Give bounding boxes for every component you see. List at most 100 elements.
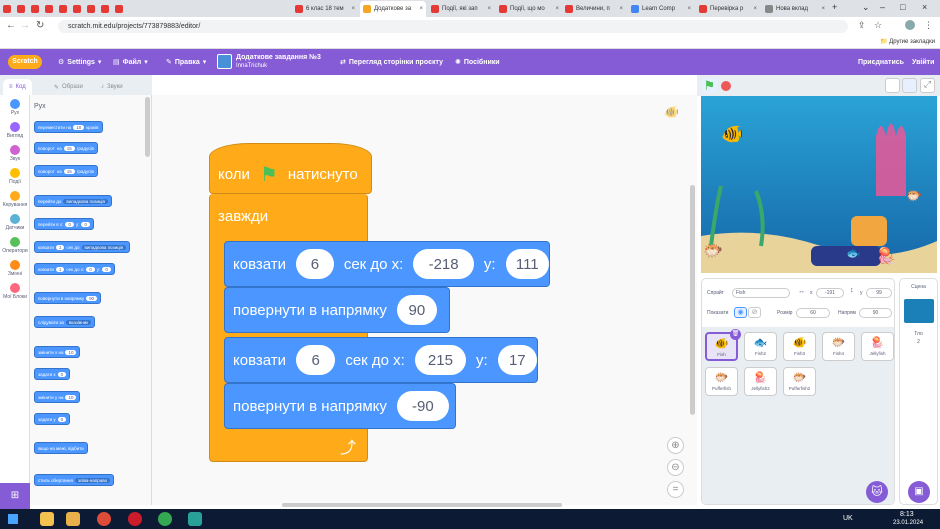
fish4-sprite[interactable]: 🐡: [906, 188, 922, 204]
close-tab-icon[interactable]: ×: [753, 6, 757, 12]
point-in-direction-block[interactable]: повернути в напрямку 90: [224, 287, 450, 333]
green-flag-button[interactable]: ⚑: [702, 78, 717, 93]
join-button[interactable]: Приєднатись: [858, 49, 904, 75]
palette-motion-block[interactable]: перейти до випадкова позиція: [34, 195, 112, 207]
palette-motion-block[interactable]: якщо на межі, відбити: [34, 442, 88, 454]
category-item[interactable]: Оператори: [0, 237, 30, 254]
palette-motion-block[interactable]: задати x0: [34, 368, 71, 380]
sprite-thumbnail[interactable]: 🪼 Jellyfish: [861, 332, 894, 361]
palette-motion-block[interactable]: повернути в напрямку 90: [34, 292, 102, 304]
y-field[interactable]: 99: [866, 288, 892, 298]
code-area-vscrollbar[interactable]: [690, 185, 695, 415]
browser-tab[interactable]: [70, 1, 84, 17]
palette-motion-block[interactable]: змінити y на 10: [34, 391, 81, 403]
block-number-input[interactable]: 17: [497, 345, 537, 375]
pufferfish-sprite[interactable]: 🐡: [703, 241, 723, 261]
tab-search-icon[interactable]: ⌄: [862, 2, 870, 13]
code-area[interactable]: 🐠 ⊕ ⊖ = коли ⚑ натиснуто завжди ⤴ ковзат…: [152, 95, 697, 507]
reload-icon[interactable]: ↻: [36, 20, 44, 31]
close-tab-icon[interactable]: ×: [687, 6, 691, 12]
palette-motion-block[interactable]: поворот на 15 градусів: [34, 165, 98, 177]
jellyfish-sprite[interactable]: 🪼: [876, 246, 896, 266]
small-stage-button[interactable]: [885, 78, 900, 93]
direction-field[interactable]: 90: [859, 308, 892, 318]
category-item[interactable]: Мої Блоки: [0, 283, 30, 300]
category-item[interactable]: Датчики: [0, 214, 30, 231]
tab-sounds[interactable]: ♪ Звуки: [95, 79, 129, 95]
stage-canvas[interactable]: 🐠 🪼 🐡 🐡 🐟: [701, 96, 937, 273]
browser-tab[interactable]: [98, 1, 112, 17]
close-tab-icon[interactable]: ×: [419, 6, 423, 12]
tab-costumes[interactable]: ✎ Образи: [48, 79, 89, 95]
maximize-icon[interactable]: □: [900, 2, 905, 12]
language-indicator[interactable]: UK: [843, 515, 853, 522]
browser-tab[interactable]: Додаткове за ×: [360, 1, 426, 17]
close-tab-icon[interactable]: ×: [821, 6, 825, 12]
close-tab-icon[interactable]: ×: [487, 6, 491, 12]
palette-motion-block[interactable]: переместити на 10 кроків: [34, 121, 103, 133]
close-window-icon[interactable]: ×: [922, 2, 927, 12]
large-stage-button[interactable]: [902, 78, 917, 93]
edit-menu[interactable]: ✎ Правка ▾: [166, 49, 206, 75]
sprite-thumbnail[interactable]: 🐡 Pufferfish2: [783, 367, 816, 396]
block-number-input[interactable]: 6: [296, 249, 334, 279]
sprite-thumbnail[interactable]: 🐠 Fish 🗑: [705, 329, 741, 361]
browser-tab[interactable]: [84, 1, 98, 17]
fish-sprite[interactable]: 🐠: [721, 124, 743, 145]
zoom-reset-button[interactable]: =: [667, 481, 684, 498]
file-menu[interactable]: ▤ Файл ▾: [113, 49, 148, 75]
back-icon[interactable]: ←: [6, 20, 16, 31]
add-extension-button[interactable]: ⊞: [0, 483, 30, 509]
fish3-sprite[interactable]: 🐟: [846, 246, 861, 260]
fullscreen-button[interactable]: ⤢: [920, 78, 935, 93]
close-tab-icon[interactable]: ×: [619, 6, 623, 12]
block-number-input[interactable]: -218: [413, 249, 474, 279]
browser-tab[interactable]: Нова вклад ×: [762, 1, 828, 17]
x-field[interactable]: -191: [816, 288, 844, 298]
add-sprite-button[interactable]: 🐱: [866, 481, 888, 503]
category-item[interactable]: Рух: [0, 99, 30, 116]
code-area-hscrollbar[interactable]: [282, 503, 562, 507]
sprite-thumbnail[interactable]: 🐟 Fish2: [744, 332, 777, 361]
share-icon[interactable]: ⇪: [858, 20, 866, 31]
chrome-active-icon[interactable]: [158, 512, 172, 526]
size-field[interactable]: 60: [796, 308, 830, 318]
block-number-input[interactable]: 6: [296, 345, 336, 375]
bookmark-star-icon[interactable]: ☆: [874, 20, 882, 31]
block-number-input[interactable]: -90: [396, 391, 449, 421]
new-tab-icon[interactable]: +: [832, 2, 837, 12]
category-item[interactable]: Події: [0, 168, 30, 185]
tutorials-button[interactable]: ✺ Посібники: [455, 49, 500, 75]
browser-tab[interactable]: [28, 1, 42, 17]
palette-motion-block[interactable]: перейти в x: 0 y: 0: [34, 218, 94, 230]
minimize-icon[interactable]: –: [880, 2, 885, 12]
add-backdrop-button[interactable]: ▣: [908, 481, 930, 503]
browser-tab[interactable]: 6 клас 18 тем ×: [292, 1, 358, 17]
glide-to-xy-block[interactable]: ковзати 6 сек до x: -218 y: 111: [224, 241, 550, 287]
palette-motion-block[interactable]: ковзати 1 сек до випадкова позиція: [34, 241, 131, 253]
point-in-direction-block[interactable]: повернути в напрямку -90: [224, 383, 456, 429]
block-number-input[interactable]: 215: [414, 345, 466, 375]
sprite-name-field[interactable]: Fish: [732, 288, 790, 298]
palette-scrollbar[interactable]: [145, 97, 150, 157]
block-number-input[interactable]: 111: [505, 249, 549, 279]
palette-motion-block[interactable]: ковзати 1 сек до x: 0 y: 0: [34, 263, 115, 275]
scratch-logo[interactable]: Scratch: [8, 55, 42, 69]
stop-button[interactable]: [721, 81, 731, 91]
browser-tab[interactable]: Події, які зап ×: [428, 1, 494, 17]
category-item[interactable]: Змінні: [0, 260, 30, 277]
browser-tab[interactable]: [112, 1, 126, 17]
app-icon[interactable]: [188, 512, 202, 526]
chrome-icon[interactable]: [97, 512, 111, 526]
block-number-input[interactable]: 90: [396, 295, 437, 325]
palette-motion-block[interactable]: слідувати за вказівник: [34, 316, 96, 328]
hide-icon[interactable]: ⊘: [748, 307, 761, 318]
browser-tab[interactable]: [14, 1, 28, 17]
browser-tab[interactable]: [0, 1, 14, 17]
show-visible-icon[interactable]: ◉: [734, 307, 747, 318]
sprite-thumbnail[interactable]: 🐡 Pufferfish: [705, 367, 738, 396]
zoom-in-button[interactable]: ⊕: [667, 437, 684, 454]
browser-menu-icon[interactable]: ⋮: [924, 20, 933, 31]
sprite-thumbnail[interactable]: 🐡 Fish4: [822, 332, 855, 361]
sign-in-button[interactable]: Увійти: [912, 49, 934, 75]
